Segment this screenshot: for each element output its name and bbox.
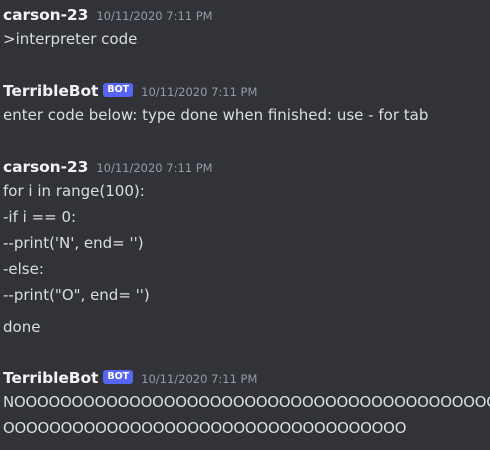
message-text: -if i == 0: (3, 208, 77, 226)
message-timestamp[interactable]: 10/11/2020 7:11 PM (96, 161, 212, 175)
chat-message-list: carson-23 10/11/2020 7:11 PM >interprete… (0, 0, 490, 450)
message-text: enter code below: type done when finishe… (3, 106, 429, 124)
message-timestamp[interactable]: 10/11/2020 7:11 PM (96, 9, 212, 23)
message-text: >interpreter code (3, 30, 138, 48)
message-text: OOOOOOOOOOOOOOOOOOOOOOOOOOOOOOOOOOO (3, 419, 407, 437)
message-text: done (3, 318, 41, 336)
message-group: TerribleBot BOT 10/11/2020 7:11 PM NOOOO… (3, 367, 490, 441)
message-text: for i in range(100): (3, 182, 145, 200)
bot-tag-badge: BOT (103, 370, 134, 384)
author-name[interactable]: carson-23 (3, 158, 88, 176)
message-header: TerribleBot BOT 10/11/2020 7:11 PM (3, 80, 490, 102)
message-timestamp[interactable]: 10/11/2020 7:11 PM (141, 372, 257, 386)
message-timestamp[interactable]: 10/11/2020 7:11 PM (141, 85, 257, 99)
message-group: TerribleBot BOT 10/11/2020 7:11 PM enter… (3, 80, 490, 128)
message-group: carson-23 10/11/2020 7:11 PM >interprete… (3, 4, 490, 52)
bot-tag-badge: BOT (103, 83, 134, 97)
message-header: carson-23 10/11/2020 7:11 PM (3, 4, 490, 26)
message-group-continuation: done (3, 314, 490, 340)
message-header: TerribleBot BOT 10/11/2020 7:11 PM (3, 367, 490, 389)
author-name[interactable]: TerribleBot (3, 369, 98, 387)
message-text: NOOOOOOOOOOOOOOOOOOOOOOOOOOOOOOOOOOOOOOO… (3, 393, 490, 411)
message-text: --print("O", end= '') (3, 286, 150, 304)
author-name[interactable]: TerribleBot (3, 82, 98, 100)
message-header: carson-23 10/11/2020 7:11 PM (3, 156, 490, 178)
message-group: carson-23 10/11/2020 7:11 PM for i in ra… (3, 156, 490, 308)
author-name[interactable]: carson-23 (3, 6, 88, 24)
message-text: --print('N', end= '') (3, 234, 144, 252)
message-text: -else: (3, 260, 44, 278)
